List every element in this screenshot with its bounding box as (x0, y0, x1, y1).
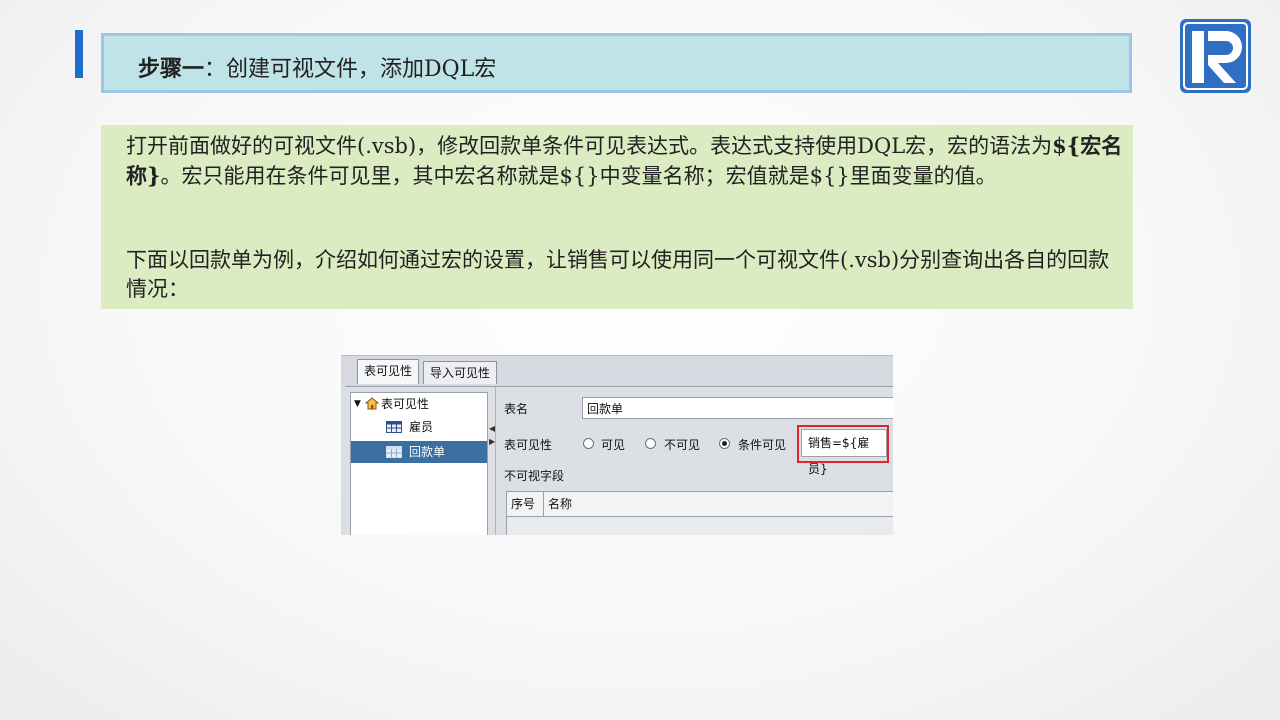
table-name-field[interactable]: 回款单 (582, 397, 893, 419)
radio-conditional[interactable] (719, 438, 730, 449)
radio-visible-label: 可见 (601, 438, 626, 452)
tree-item-payment[interactable]: 回款单 (351, 441, 487, 463)
collapse-triangle-icon[interactable]: ▼ (354, 393, 361, 415)
tree-item-employee[interactable]: 雇员 (351, 416, 487, 438)
home-icon (365, 397, 379, 410)
tree-root-label: 表可见性 (381, 397, 430, 411)
table-name-label: 表名 (504, 402, 529, 416)
condition-highlight-box (797, 425, 889, 463)
description-box: 打开前面做好的可视文件(.vsb)，修改回款单条件可见表达式。表达式支持使用DQ… (101, 125, 1133, 309)
tab-strip: 表可见性 导入可见性 (341, 356, 893, 386)
tree-item-payment-label: 回款单 (409, 445, 446, 459)
tree-item-employee-label: 雇员 (409, 420, 434, 434)
visibility-dialog-screenshot: 表可见性 导入可见性 ▼ 表可见性 雇员 回款单 ◀ ▶ 表名 回款单 表可见性… (341, 355, 893, 535)
table-icon (386, 421, 402, 433)
radio-invisible-label: 不可见 (664, 438, 701, 452)
tab-table-visibility[interactable]: 表可见性 (357, 359, 420, 384)
step-title: 步骤一：创建可视文件，添加DQL宏 (138, 51, 496, 83)
description-p1-part2: 。宏只能用在条件可见里，其中宏名称就是${}中变量名称；宏值就是${}里面变量的… (160, 164, 997, 188)
visibility-label: 表可见性 (504, 438, 553, 452)
dialog-content: ▼ 表可见性 雇员 回款单 ◀ ▶ 表名 回款单 表可见性 可见 不可见 条件可… (345, 386, 893, 535)
description-p1-part1: 打开前面做好的可视文件(.vsb)，修改回款单条件可见表达式。表达式支持使用DQ… (126, 134, 1053, 158)
visibility-tree: ▼ 表可见性 雇员 回款单 (350, 392, 488, 535)
grid-header-index[interactable]: 序号 (507, 492, 544, 516)
radio-invisible[interactable] (645, 438, 656, 449)
title-accent-bar (75, 30, 83, 78)
description-paragraph-1: 打开前面做好的可视文件(.vsb)，修改回款单条件可见表达式。表达式支持使用DQ… (126, 131, 1126, 191)
tab-import-visibility[interactable]: 导入可见性 (423, 361, 498, 384)
table-icon (386, 446, 402, 458)
step-title-rest: ：创建可视文件，添加DQL宏 (204, 57, 497, 82)
visibility-form: 表名 回款单 表可见性 可见 不可见 条件可见 销售=${雇员} 不可视字段 序… (495, 387, 893, 535)
radio-conditional-label: 条件可见 (738, 438, 787, 452)
invisible-fields-grid[interactable]: 序号 名称 (506, 491, 893, 535)
grid-header: 序号 名称 (507, 492, 893, 517)
step-title-bold: 步骤一 (138, 56, 205, 82)
raqsoft-r-logo-icon (1180, 19, 1251, 93)
description-paragraph-2: 下面以回款单为例，介绍如何通过宏的设置，让销售可以使用同一个可视文件(.vsb)… (126, 248, 1110, 301)
invisible-fields-label: 不可视字段 (504, 469, 565, 483)
radio-visible[interactable] (583, 438, 594, 449)
tree-root[interactable]: ▼ 表可见性 (351, 393, 487, 415)
grid-header-name[interactable]: 名称 (544, 492, 893, 516)
step-title-banner: 步骤一：创建可视文件，添加DQL宏 (101, 33, 1132, 93)
